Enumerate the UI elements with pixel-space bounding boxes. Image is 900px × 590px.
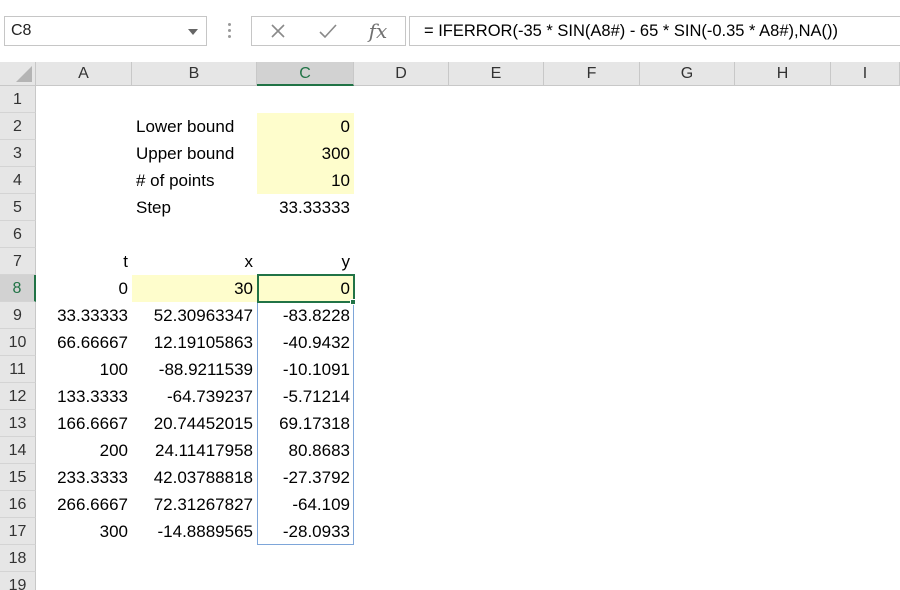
cell-C15[interactable]: -27.3792 [257, 464, 354, 491]
column-header-H[interactable]: H [735, 62, 831, 86]
row-header-14[interactable]: 14 [0, 437, 36, 464]
row-header-13[interactable]: 13 [0, 410, 36, 437]
cell-A7-header-t[interactable]: t [36, 248, 132, 275]
formula-text[interactable]: = IFERROR(-35 * SIN(A8#) - 65 * SIN(-0.3… [424, 22, 838, 41]
cell-B3[interactable]: Upper bound [132, 140, 256, 167]
row-header-6[interactable]: 6 [0, 221, 36, 248]
cell-C17[interactable]: -28.0933 [257, 518, 354, 545]
insert-function-button[interactable]: fx [358, 17, 398, 45]
formula-bar-grip-icon[interactable] [226, 20, 232, 42]
row-header-2[interactable]: 2 [0, 113, 36, 140]
select-all-button[interactable] [0, 62, 36, 86]
cell-A9[interactable]: 33.33333 [36, 302, 132, 329]
row-header-1[interactable]: 1 [0, 86, 36, 113]
cell-B10[interactable]: 12.19105863 [132, 329, 257, 356]
row-header-10[interactable]: 10 [0, 329, 36, 356]
cell-C16[interactable]: -64.109 [257, 491, 354, 518]
row-header-19[interactable]: 19 [0, 572, 36, 590]
cell-A11[interactable]: 100 [36, 356, 132, 383]
cell-B4[interactable]: # of points [132, 167, 256, 194]
column-header-A[interactable]: A [36, 62, 132, 86]
column-header-B[interactable]: B [132, 62, 257, 86]
cell-area: Lower bound 0 Upper bound 300 # of point… [36, 86, 900, 590]
column-header-G[interactable]: G [640, 62, 735, 86]
cell-B9[interactable]: 52.30963347 [132, 302, 257, 329]
cell-C3[interactable]: 300 [257, 140, 354, 167]
cell-A17[interactable]: 300 [36, 518, 132, 545]
cell-B8[interactable]: 30 [132, 275, 257, 302]
cell-A10[interactable]: 66.66667 [36, 329, 132, 356]
cancel-button[interactable] [258, 17, 298, 45]
cell-C4[interactable]: 10 [257, 167, 354, 194]
cell-B11[interactable]: -88.9211539 [132, 356, 257, 383]
row-header-7[interactable]: 7 [0, 248, 36, 275]
cell-C12[interactable]: -5.71214 [257, 383, 354, 410]
check-icon [319, 24, 337, 39]
select-all-icon [16, 66, 32, 82]
column-header-C[interactable]: C [257, 62, 354, 86]
cell-C5[interactable]: 33.33333 [257, 194, 354, 221]
cell-A15[interactable]: 233.3333 [36, 464, 132, 491]
formula-input[interactable]: = IFERROR(-35 * SIN(A8#) - 65 * SIN(-0.3… [409, 16, 900, 46]
enter-button[interactable] [308, 17, 348, 45]
cell-C14[interactable]: 80.8683 [257, 437, 354, 464]
name-box-value[interactable]: C8 [11, 22, 31, 40]
close-icon [271, 24, 285, 38]
row-header-16[interactable]: 16 [0, 491, 36, 518]
cell-B17[interactable]: -14.8889565 [132, 518, 257, 545]
cell-B14[interactable]: 24.11417958 [132, 437, 257, 464]
cell-C7-header-y[interactable]: y [257, 248, 354, 275]
cell-A14[interactable]: 200 [36, 437, 132, 464]
cell-B7-header-x[interactable]: x [132, 248, 257, 275]
row-header-5[interactable]: 5 [0, 194, 36, 221]
column-header-I[interactable]: I [831, 62, 900, 86]
cell-C8[interactable]: 0 [257, 275, 354, 302]
cell-B16[interactable]: 72.31267827 [132, 491, 257, 518]
row-header-4[interactable]: 4 [0, 167, 36, 194]
cell-A12[interactable]: 133.3333 [36, 383, 132, 410]
column-header-F[interactable]: F [544, 62, 640, 86]
row-header-8[interactable]: 8 [0, 275, 36, 302]
cell-A8[interactable]: 0 [36, 275, 132, 302]
row-header-15[interactable]: 15 [0, 464, 36, 491]
cell-C9[interactable]: -83.8228 [257, 302, 354, 329]
fill-handle[interactable] [350, 299, 356, 305]
name-box[interactable]: C8 [4, 16, 207, 46]
cell-C11[interactable]: -10.1091 [257, 356, 354, 383]
formula-buttons: fx [251, 16, 406, 46]
row-header-12[interactable]: 12 [0, 383, 36, 410]
cell-C10[interactable]: -40.9432 [257, 329, 354, 356]
fx-icon: fx [368, 19, 388, 43]
column-header-D[interactable]: D [354, 62, 449, 86]
column-header-E[interactable]: E [449, 62, 544, 86]
row-header-18[interactable]: 18 [0, 545, 36, 572]
formula-bar: C8 fx = IFERROR(-35 * SIN(A8#) - 65 * SI… [0, 0, 900, 62]
row-header-11[interactable]: 11 [0, 356, 36, 383]
cell-B5[interactable]: Step [132, 194, 256, 221]
chevron-down-icon[interactable] [188, 29, 198, 35]
cell-B2[interactable]: Lower bound [132, 113, 256, 140]
cell-C2[interactable]: 0 [257, 113, 354, 140]
row-header-3[interactable]: 3 [0, 140, 36, 167]
row-header-9[interactable]: 9 [0, 302, 36, 329]
cell-B15[interactable]: 42.03788818 [132, 464, 257, 491]
row-header-17[interactable]: 17 [0, 518, 36, 545]
cell-B13[interactable]: 20.74452015 [132, 410, 257, 437]
cell-C13[interactable]: 69.17318 [257, 410, 354, 437]
spreadsheet-grid: ABCDEFGHI 1 2 3 4 5 6 7 8 9 10 11 12 13 14 15 16 17 18 19 … [0, 62, 900, 590]
cell-B12[interactable]: -64.739237 [132, 383, 257, 410]
column-headers: ABCDEFGHI [36, 62, 900, 86]
cell-A16[interactable]: 266.6667 [36, 491, 132, 518]
cell-A13[interactable]: 166.6667 [36, 410, 132, 437]
